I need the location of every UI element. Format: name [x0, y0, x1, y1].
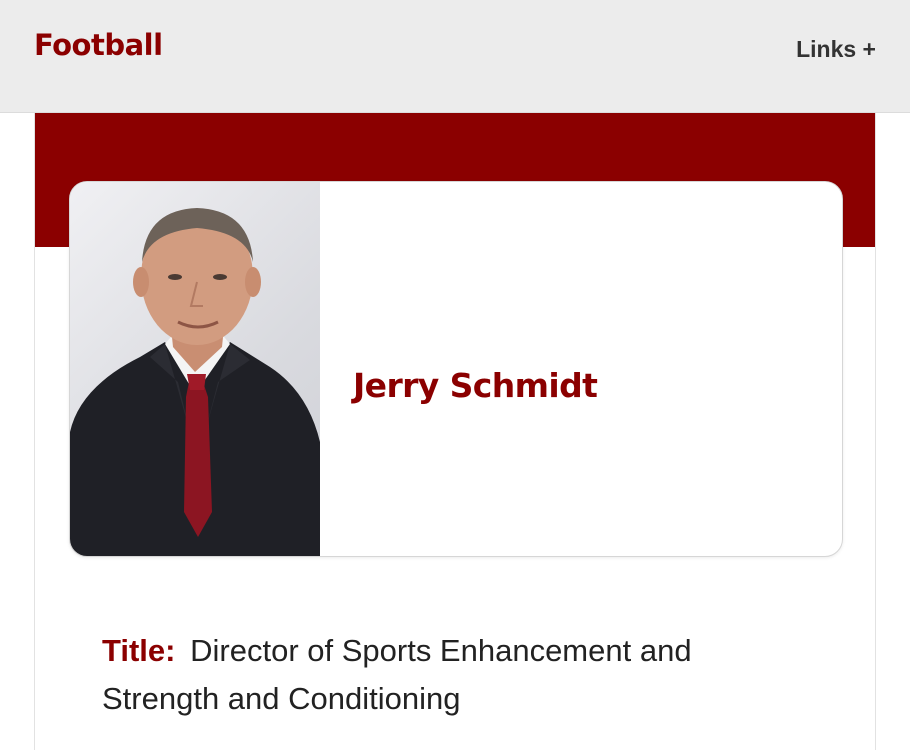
- links-menu-toggle[interactable]: Links +: [796, 36, 876, 63]
- headshot-illustration: [70, 208, 320, 556]
- headshot-photo: [70, 182, 320, 556]
- coach-title: Title: Director of Sports Enhancement an…: [102, 627, 802, 723]
- title-label: Title:: [102, 633, 176, 668]
- top-navigation-bar: Football Links +: [0, 0, 910, 113]
- coach-name: Jerry Schmidt: [353, 366, 598, 405]
- title-value: Director of Sports Enhancement and Stren…: [102, 633, 692, 716]
- sport-title[interactable]: Football: [34, 28, 163, 62]
- content-panel: Jerry Schmidt Title: Director of Sports …: [34, 113, 876, 750]
- profile-card: Jerry Schmidt: [69, 181, 843, 557]
